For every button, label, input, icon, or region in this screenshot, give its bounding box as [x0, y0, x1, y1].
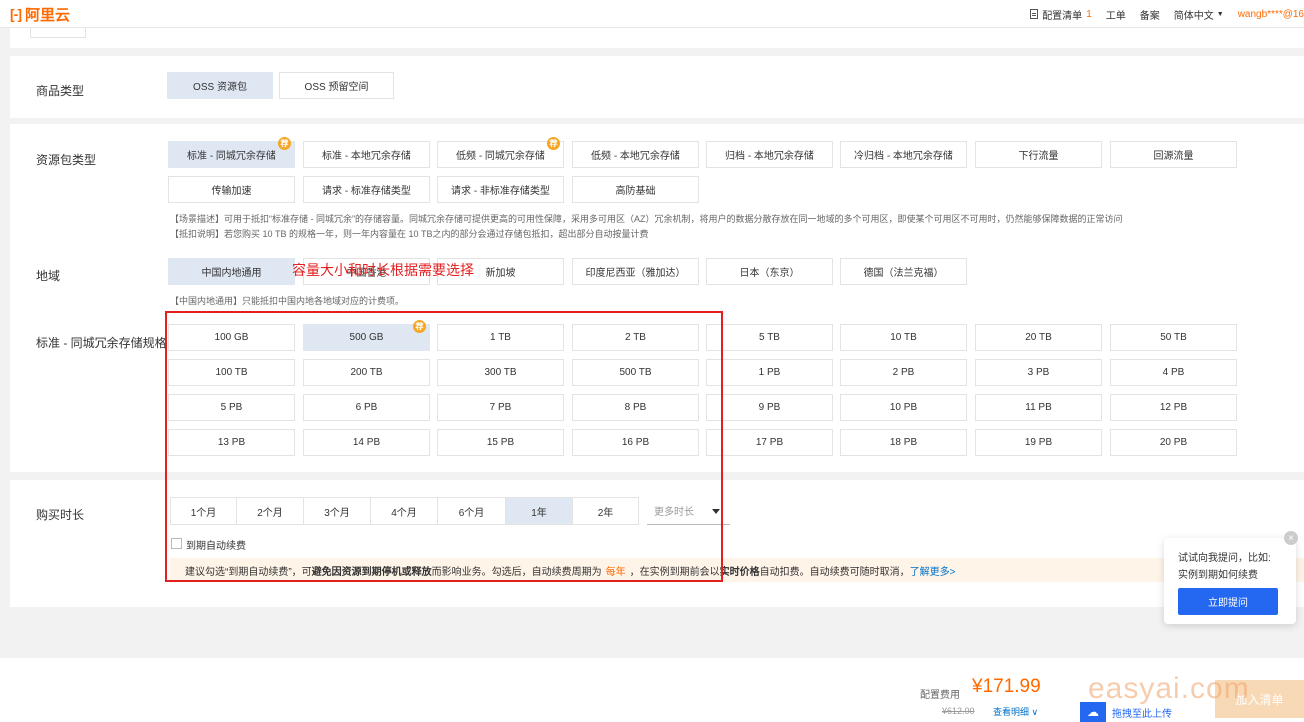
spec-option[interactable]: 9 PB	[706, 394, 833, 421]
spec-option[interactable]: 19 PB	[975, 429, 1102, 456]
spec-option[interactable]: 12 PB	[1110, 394, 1237, 421]
spec-label: 标准 - 同城冗余存储规格	[36, 336, 167, 350]
top-bar: [-] 阿里云 配置清单 1 工单 备案 简体中文 ▼ wangb****@16	[0, 0, 1304, 28]
package-type-option[interactable]: 标准 - 本地冗余存储	[303, 141, 430, 168]
chevron-down-icon: ∨	[1031, 707, 1039, 717]
package-deduction-desc: 【抵扣说明】若您购买 10 TB 的规格一年，则一年内容量在 10 TB之内的部…	[170, 229, 649, 239]
product-type-label: 商品类型	[36, 84, 85, 98]
help-line-2[interactable]: 实例到期如何续费	[1178, 566, 1258, 581]
recommend-badge-icon: 荐	[278, 137, 291, 150]
spec-option[interactable]: 50 TB	[1110, 324, 1237, 351]
aliyun-logo-icon: [-]	[10, 6, 22, 22]
learn-more-link[interactable]: 了解更多>	[910, 563, 956, 578]
region-option[interactable]: 日本（东京）	[706, 258, 833, 285]
language-selector[interactable]: 简体中文 ▼	[1174, 7, 1224, 22]
region-option[interactable]: 德国（法兰克福）	[840, 258, 967, 285]
package-type-option[interactable]: 下行流量	[975, 141, 1102, 168]
spec-option[interactable]: 17 PB	[706, 429, 833, 456]
logo-text: 阿里云	[25, 6, 71, 24]
watermark: easyai.com	[1088, 672, 1250, 705]
top-nav: 配置清单 1 工单 备案 简体中文 ▼ wangb****@16	[1030, 0, 1304, 28]
package-type-option[interactable]: 低频 - 本地冗余存储	[572, 141, 699, 168]
product-type-option[interactable]: OSS 预留空间	[279, 72, 394, 99]
price-label: 配置费用	[920, 690, 960, 701]
package-type-option[interactable]: 标准 - 同城冗余存储	[168, 141, 295, 168]
spec-option[interactable]: 10 PB	[840, 394, 967, 421]
cloud-upload-icon: ☁	[1080, 702, 1106, 722]
spec-option[interactable]: 4 PB	[1110, 359, 1237, 386]
package-type-option[interactable]: 冷归档 - 本地冗余存储	[840, 141, 967, 168]
package-type-label: 资源包类型	[36, 153, 97, 167]
ask-now-button[interactable]: 立即提问	[1178, 588, 1278, 615]
region-option[interactable]: 印度尼西亚（雅加达）	[572, 258, 699, 285]
region-desc: 【中国内地通用】只能抵扣中国内地各地域对应的计费项。	[170, 296, 405, 306]
close-icon[interactable]: ×	[1284, 531, 1298, 545]
spec-option[interactable]: 1 PB	[706, 359, 833, 386]
package-type-option[interactable]: 高防基础	[572, 176, 699, 203]
spec-option[interactable]: 11 PB	[975, 394, 1102, 421]
spec-option[interactable]: 2 PB	[840, 359, 967, 386]
config-count: 1	[1086, 8, 1092, 20]
caret-down-icon: ▼	[1216, 10, 1224, 18]
spec-option[interactable]: 20 TB	[975, 324, 1102, 351]
user-account[interactable]: wangb****@16	[1238, 9, 1304, 20]
config-list-link[interactable]: 配置清单 1	[1030, 7, 1092, 22]
view-detail-link[interactable]: 查看明细 ∨	[993, 705, 1038, 718]
spec-option[interactable]: 18 PB	[840, 429, 967, 456]
spec-option[interactable]: 5 TB	[706, 324, 833, 351]
product-type-option[interactable]: OSS 资源包	[167, 72, 273, 99]
beian-link[interactable]: 备案	[1140, 7, 1160, 22]
region-option[interactable]: 中国内地通用	[168, 258, 295, 285]
package-type-option[interactable]: 传输加速	[168, 176, 295, 203]
ticket-link[interactable]: 工单	[1106, 7, 1126, 22]
price-value: ¥171.99	[972, 676, 1041, 697]
help-line-1: 试试向我提问，比如:	[1178, 553, 1271, 564]
package-type-option[interactable]: 回源流量	[1110, 141, 1237, 168]
annotation-box	[165, 311, 723, 582]
spec-option[interactable]: 3 PB	[975, 359, 1102, 386]
drag-upload-bar[interactable]: ☁ 拖拽至此上传	[1080, 702, 1172, 722]
package-type-option[interactable]: 请求 - 非标准存储类型	[437, 176, 564, 203]
spec-option[interactable]: 10 TB	[840, 324, 967, 351]
ai-assistant-popup: 试试向我提问，比如: 实例到期如何续费 立即提问	[1164, 538, 1296, 624]
recommend-badge-icon: 荐	[547, 137, 560, 150]
file-list-icon	[1030, 9, 1039, 19]
original-price: ¥612.00	[942, 706, 975, 716]
package-scenario-desc: 【场景描述】可用于抵扣“标准存储 - 同城冗余”的存储容量。同城冗余存储可提供更…	[170, 214, 1123, 224]
top-section	[10, 28, 1304, 48]
duration-label: 购买时长	[36, 508, 85, 522]
region-label: 地域	[36, 269, 61, 283]
package-type-option[interactable]: 请求 - 标准存储类型	[303, 176, 430, 203]
package-type-option[interactable]: 低频 - 同城冗余存储	[437, 141, 564, 168]
aliyun-logo[interactable]: [-] 阿里云	[10, 4, 70, 24]
annotation-text: 容量大小和时长根据需要选择	[292, 262, 474, 278]
package-type-option[interactable]: 归档 - 本地冗余存储	[706, 141, 833, 168]
spec-option[interactable]: 20 PB	[1110, 429, 1237, 456]
